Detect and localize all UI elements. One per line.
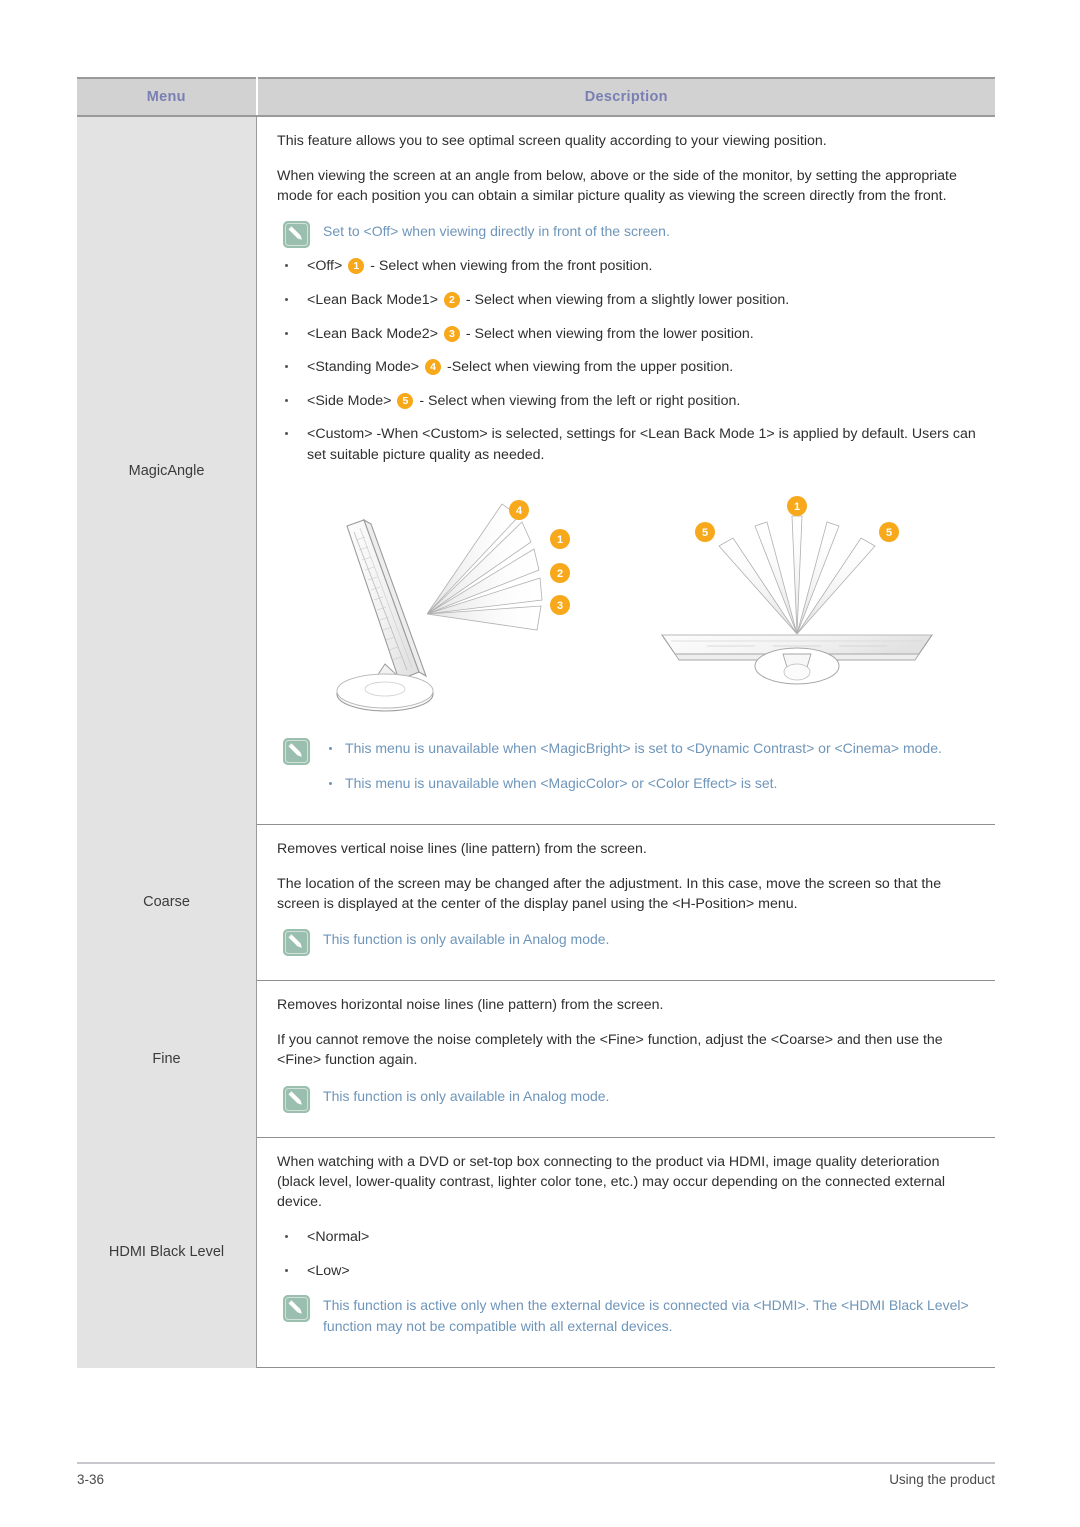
footer-page-number: 3-36 xyxy=(77,1472,105,1487)
note-pencil-icon xyxy=(283,737,311,765)
svg-text:1: 1 xyxy=(557,534,563,546)
list-item: This menu is unavailable when <MagicBrig… xyxy=(323,738,977,759)
option-label: <Off> xyxy=(307,258,343,275)
number-badge: 3 xyxy=(443,325,460,342)
paragraph: The location of the screen may be change… xyxy=(277,875,942,912)
hdmi-black-level-option-list: <Normal> <Low> xyxy=(277,1227,977,1281)
number-badge: 5 xyxy=(397,392,414,409)
option-label: <Low> xyxy=(307,1262,350,1279)
note-text: Set to <Off> when viewing directly in fr… xyxy=(323,223,670,240)
number-badge: 1 xyxy=(348,258,365,275)
paragraph: Removes vertical noise lines (line patte… xyxy=(277,840,647,857)
note-text: This function is only available in Analo… xyxy=(323,1087,610,1104)
note-block-fine-analog: This function is only available in Analo… xyxy=(277,1085,977,1113)
svg-text:4: 4 xyxy=(516,505,523,517)
option-description: -Select when viewing from the upper posi… xyxy=(446,359,734,376)
option-description: - Select when viewing from the left or r… xyxy=(419,392,741,409)
option-label: <Standing Mode> xyxy=(307,359,420,376)
column-header-description: Description xyxy=(256,77,995,117)
description-magicangle: This feature allows you to see optimal s… xyxy=(256,116,995,825)
page-footer: 3-36 Using the product xyxy=(77,1472,995,1487)
option-label: <Lean Back Mode1> xyxy=(307,292,438,309)
svg-text:2: 2 xyxy=(557,568,563,580)
option-description: -When <Custom> is selected, settings for… xyxy=(307,426,976,464)
note-text: This function is active only when the ex… xyxy=(323,1297,969,1335)
note-block-coarse-analog: This function is only available in Analo… xyxy=(277,929,977,957)
document-page: Menu Description MagicAngle This feature… xyxy=(0,0,1080,1527)
table-row-fine: Fine Removes horizontal noise lines (lin… xyxy=(77,980,995,1138)
note-bullet-list: This menu is unavailable when <MagicBrig… xyxy=(323,738,977,794)
list-item: <Normal> xyxy=(277,1227,977,1248)
list-item: <Lean Back Mode1> 2 - Select when viewin… xyxy=(277,290,977,311)
table-row-hdmi-black-level: HDMI Black Level When watching with a DV… xyxy=(77,1137,995,1369)
note-block-magicangle-restrictions: This menu is unavailable when <MagicBrig… xyxy=(277,737,977,794)
list-item: <Low> xyxy=(277,1261,977,1282)
list-item: <Side Mode> 5 - Select when viewing from… xyxy=(277,391,977,412)
footer-section-title: Using the product xyxy=(889,1472,995,1487)
svg-text:1: 1 xyxy=(794,501,800,513)
list-item: <Off> 1 - Select when viewing from the f… xyxy=(277,256,977,277)
svg-text:5: 5 xyxy=(702,527,708,539)
description-hdmi-black-level: When watching with a DVD or set-top box … xyxy=(256,1137,995,1369)
side-view-monitor: 4 1 2 3 xyxy=(336,499,571,712)
paragraph: Removes horizontal noise lines (line pat… xyxy=(277,997,664,1014)
menu-label-fine: Fine xyxy=(77,980,258,1138)
magicangle-option-list: <Off> 1 - Select when viewing from the f… xyxy=(277,256,977,465)
diagram-svg: 4 1 2 3 5 1 5 xyxy=(336,495,934,712)
note-pencil-icon xyxy=(283,221,311,249)
note-pencil-icon xyxy=(283,929,311,957)
option-description: - Select when viewing from the front pos… xyxy=(370,258,653,275)
list-item: <Lean Back Mode2> 3 - Select when viewin… xyxy=(277,324,977,345)
table-row-coarse: Coarse Removes vertical noise lines (lin… xyxy=(77,824,995,982)
settings-description-table: Menu Description MagicAngle This feature… xyxy=(77,77,995,1369)
paragraph: If you cannot remove the noise completel… xyxy=(277,1032,943,1069)
option-description: - Select when viewing from a slightly lo… xyxy=(465,292,790,309)
list-item: This menu is unavailable when <MagicColo… xyxy=(323,773,977,794)
column-header-menu: Menu xyxy=(77,77,258,117)
option-description: - Select when viewing from the lower pos… xyxy=(465,325,754,342)
svg-text:3: 3 xyxy=(557,600,563,612)
number-badge: 2 xyxy=(443,292,460,309)
option-label: <Side Mode> xyxy=(307,392,392,409)
paragraph: When watching with a DVD or set-top box … xyxy=(277,1153,946,1210)
number-badge: 4 xyxy=(425,359,442,376)
paragraph: When viewing the screen at an angle from… xyxy=(277,168,957,205)
description-coarse: Removes vertical noise lines (line patte… xyxy=(256,824,995,982)
option-label: <Lean Back Mode2> xyxy=(307,325,438,342)
note-text: This function is only available in Analo… xyxy=(323,931,610,948)
magicangle-viewing-position-diagram: 4 1 2 3 5 1 5 xyxy=(277,494,977,724)
svg-text:5: 5 xyxy=(886,527,892,539)
note-block-set-to-off: Set to <Off> when viewing directly in fr… xyxy=(277,221,977,249)
list-item: <Standing Mode> 4 -Select when viewing f… xyxy=(277,357,977,378)
paragraph: This feature allows you to see optimal s… xyxy=(277,133,827,149)
menu-label-magicangle: MagicAngle xyxy=(77,116,258,825)
footer-divider xyxy=(77,1462,995,1464)
menu-label-hdmi-black-level: HDMI Black Level xyxy=(77,1137,258,1368)
description-fine: Removes horizontal noise lines (line pat… xyxy=(256,980,995,1138)
note-pencil-icon xyxy=(283,1085,311,1113)
table-row-magicangle: MagicAngle This feature allows you to se… xyxy=(77,116,995,825)
table-header-row: Menu Description xyxy=(77,77,995,117)
note-block-hdmi-black-level: This function is active only when the ex… xyxy=(277,1295,977,1337)
menu-label-coarse: Coarse xyxy=(77,824,258,981)
option-label: <Custom> xyxy=(307,426,373,443)
list-item: <Custom> -When <Custom> is selected, set… xyxy=(277,424,977,465)
note-pencil-icon xyxy=(283,1295,311,1323)
top-view-monitor: 5 1 5 xyxy=(660,495,934,685)
option-label: <Normal> xyxy=(307,1229,370,1246)
